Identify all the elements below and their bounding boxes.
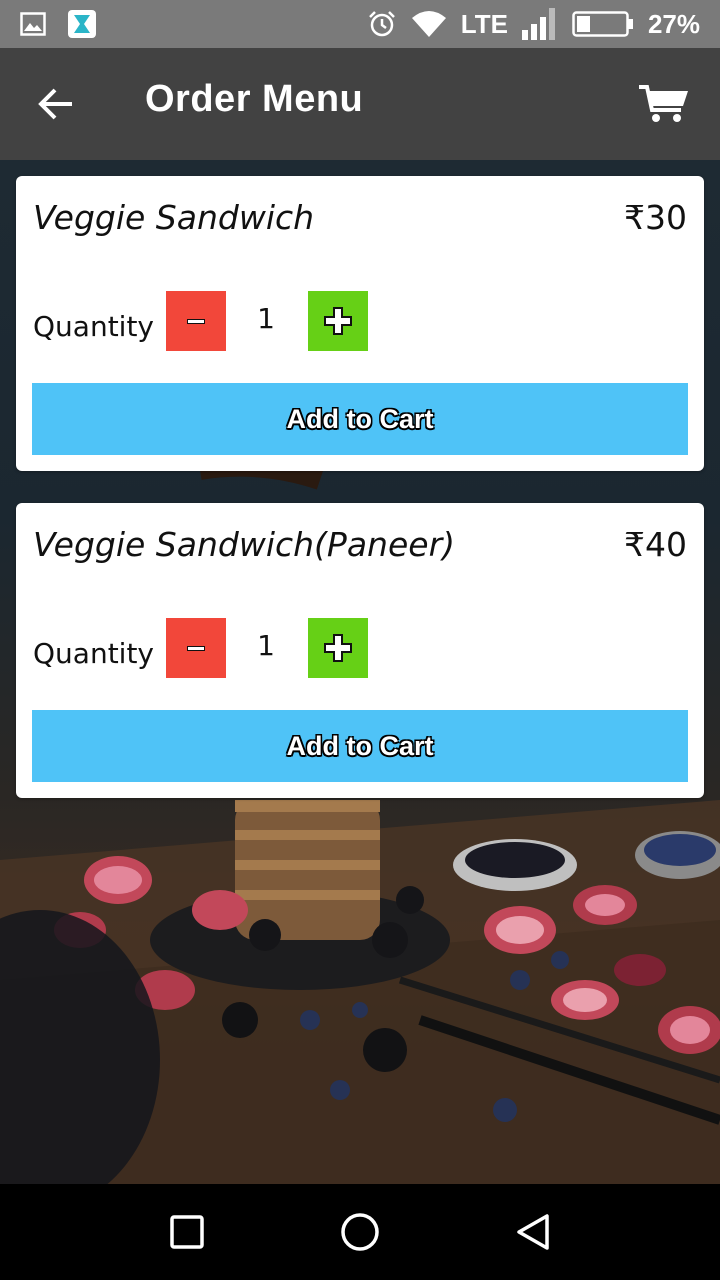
decrease-quantity-button[interactable] <box>166 291 226 351</box>
alarm-icon <box>367 9 397 39</box>
item-name: Veggie Sandwich(Paneer) <box>33 525 456 564</box>
plus-icon <box>324 634 352 662</box>
gallery-icon <box>20 12 46 36</box>
quantity-label: Quantity <box>33 637 154 670</box>
menu-item-card: Veggie Sandwich(Paneer) ₹40 Quantity 1 A… <box>16 503 704 798</box>
system-nav-bar <box>0 1184 720 1280</box>
battery-percent: 27% <box>647 8 700 39</box>
back-triangle-icon <box>517 1214 550 1250</box>
back-button[interactable] <box>30 82 82 126</box>
add-to-cart-button[interactable]: Add to Cart <box>32 710 688 782</box>
item-name: Veggie Sandwich <box>33 198 315 237</box>
add-to-cart-button[interactable]: Add to Cart <box>32 383 688 455</box>
cart-button[interactable] <box>636 78 692 130</box>
network-type-label: LTE <box>460 8 508 39</box>
status-left <box>20 10 96 38</box>
back-nav-button[interactable] <box>503 1202 563 1262</box>
wifi-icon <box>411 10 447 38</box>
decrease-quantity-button[interactable] <box>166 618 226 678</box>
recents-button[interactable] <box>157 1202 217 1262</box>
increase-quantity-button[interactable] <box>308 291 368 351</box>
status-right: LTE 27% <box>367 8 700 40</box>
menu-item-card: Veggie Sandwich ₹30 Quantity 1 Add to Ca… <box>16 176 704 471</box>
quantity-label: Quantity <box>33 310 154 343</box>
arrow-left-icon <box>38 88 72 120</box>
home-button[interactable] <box>330 1202 390 1262</box>
page-title: Order Menu <box>145 78 364 120</box>
plus-icon <box>324 307 352 335</box>
minus-icon <box>187 645 205 651</box>
battery-icon <box>572 11 634 37</box>
app-bar: Order Menu <box>0 48 720 160</box>
recents-square-icon <box>169 1215 204 1249</box>
home-circle-icon <box>341 1213 379 1251</box>
increase-quantity-button[interactable] <box>308 618 368 678</box>
status-bar: LTE 27% <box>0 0 720 48</box>
signal-icon <box>521 8 558 40</box>
quantity-value: 1 <box>257 629 275 662</box>
app-icon <box>68 10 96 38</box>
item-price: ₹30 <box>624 198 687 237</box>
minus-icon <box>187 318 205 324</box>
quantity-value: 1 <box>257 302 275 335</box>
cart-icon <box>639 85 688 122</box>
item-price: ₹40 <box>624 525 687 564</box>
